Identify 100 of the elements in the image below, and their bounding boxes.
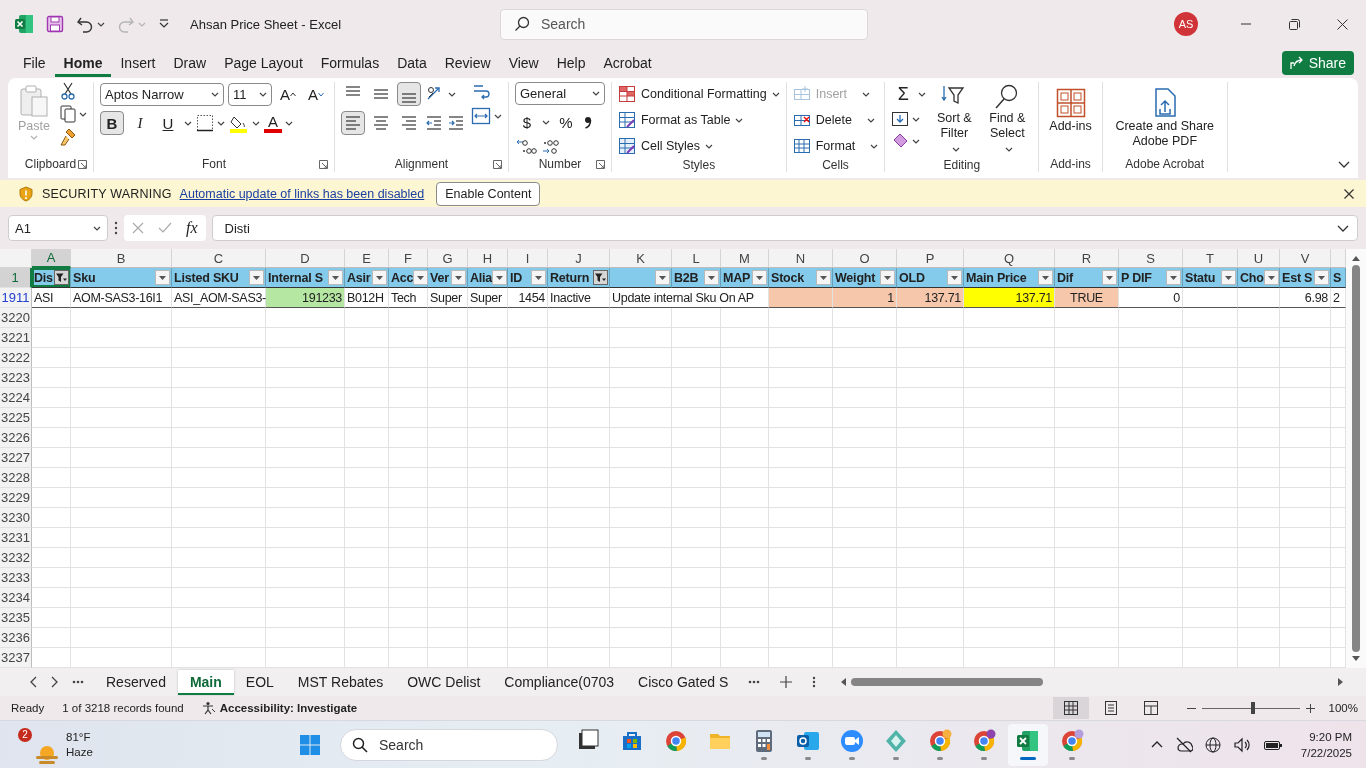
share-button[interactable]: Share (1281, 51, 1354, 75)
caret-icon[interactable] (705, 143, 713, 149)
zoom-out-icon[interactable] (1186, 706, 1196, 710)
clock-time[interactable]: 9:20 PM (1309, 728, 1352, 745)
ribbon-tab[interactable]: Review (435, 49, 500, 77)
column-header[interactable]: K (610, 249, 672, 268)
ribbon-tab[interactable]: Help (547, 49, 595, 77)
network-off-icon[interactable] (1174, 736, 1193, 753)
row-header[interactable]: 3231 (0, 528, 32, 548)
caret-icon[interactable] (78, 111, 87, 117)
mail-app-icon[interactable] (796, 729, 820, 753)
currency-button[interactable]: $ (514, 110, 539, 134)
row-header[interactable]: 3228 (0, 468, 32, 488)
decrease-indent-icon[interactable] (424, 115, 443, 131)
row-header[interactable]: 1911 (0, 288, 32, 308)
caret-icon[interactable] (210, 91, 219, 97)
ribbon-button[interactable]: Delete (792, 108, 879, 132)
caret-icon[interactable] (447, 91, 456, 97)
row-header[interactable]: 3226 (0, 428, 32, 448)
ribbon-button[interactable]: Format as Table (617, 108, 780, 132)
diamond-app-icon[interactable] (884, 729, 908, 753)
column-header[interactable]: V (1280, 249, 1331, 268)
caret-icon[interactable] (258, 91, 267, 97)
add-ins-button[interactable]: Add-ins (1045, 82, 1096, 156)
undo-icon[interactable] (76, 15, 94, 33)
enable-content-button[interactable]: Enable Content (436, 181, 541, 206)
insert-function-button[interactable]: fx (186, 219, 198, 237)
column-header[interactable]: A (32, 249, 71, 268)
caret-icon[interactable] (284, 120, 293, 126)
ribbon-tab[interactable]: Formulas (311, 49, 389, 77)
caret-icon[interactable] (493, 113, 502, 119)
ribbon-tab[interactable]: File (14, 49, 55, 77)
column-header[interactable]: C (172, 249, 266, 268)
number-format-dropdown[interactable]: General (514, 82, 605, 105)
percent-button[interactable]: % (553, 110, 578, 134)
italic-button[interactable]: I (127, 111, 152, 135)
row-header[interactable]: 3225 (0, 408, 32, 428)
caret-icon[interactable] (97, 21, 105, 27)
font-name-dropdown[interactable]: Aptos Narrow (99, 82, 224, 106)
row-header[interactable]: 3234 (0, 588, 32, 608)
minimize-icon[interactable] (1241, 23, 1251, 25)
accessibility-status[interactable]: Accessibility: Investigate (219, 702, 358, 714)
ribbon-tab[interactable]: Page Layout (215, 49, 312, 77)
caret-icon[interactable] (1004, 147, 1013, 152)
cell-styles-icon[interactable] (617, 137, 636, 155)
column-header[interactable]: Q (964, 249, 1055, 268)
row-header[interactable]: 3224 (0, 388, 32, 408)
more-options-icon[interactable] (114, 221, 118, 235)
format-as-table-icon[interactable] (617, 111, 636, 129)
caret-icon[interactable] (918, 91, 927, 97)
column-header[interactable]: M (721, 249, 769, 268)
dialog-launcher-icon[interactable] (318, 159, 328, 169)
ribbon-tab[interactable]: Data (388, 49, 436, 77)
column-header[interactable]: G (428, 249, 468, 268)
column-header[interactable]: H (468, 249, 508, 268)
sheet-tab[interactable]: Main (177, 669, 234, 695)
row-header[interactable]: 3220 (0, 308, 32, 328)
zoom-level[interactable]: 100% (1328, 702, 1358, 714)
row-header[interactable]: 1 (0, 268, 32, 288)
customize-icon[interactable] (158, 18, 170, 30)
eraser-icon[interactable] (891, 132, 910, 150)
column-header[interactable]: T (1183, 249, 1238, 268)
sheet-tab[interactable]: Cisco Gated S (626, 670, 741, 694)
taskbar-search-field[interactable]: Search (340, 728, 558, 761)
add-sheet-icon[interactable] (780, 676, 793, 688)
language-icon[interactable] (1204, 736, 1221, 753)
caret-icon[interactable] (541, 119, 550, 125)
caret-icon[interactable] (951, 147, 960, 152)
column-header[interactable]: S (1119, 249, 1183, 268)
format-cells-icon[interactable] (792, 137, 811, 155)
spreadsheet-app-icon[interactable] (1016, 729, 1040, 753)
row-header[interactable]: 3229 (0, 488, 32, 508)
scroll-right-icon[interactable] (1337, 677, 1344, 687)
formula-field[interactable]: Disti (211, 215, 1358, 241)
row-header[interactable]: 3237 (0, 648, 32, 668)
cancel-icon[interactable] (132, 222, 144, 234)
ribbon-button[interactable]: Format (792, 134, 879, 158)
format-painter-icon[interactable] (59, 128, 76, 146)
more-options-icon[interactable] (812, 676, 817, 688)
column-header[interactable]: J (548, 249, 610, 268)
caret-icon[interactable] (912, 138, 921, 144)
ribbon-button[interactable]: Conditional Formatting (617, 82, 780, 106)
borders-icon[interactable] (195, 114, 214, 132)
dialog-launcher-icon[interactable] (492, 159, 502, 169)
dialog-launcher-icon[interactable] (595, 159, 605, 169)
page-break-view-icon[interactable] (1142, 700, 1159, 716)
column-header[interactable]: B (71, 249, 172, 268)
browser-icon[interactable] (664, 729, 688, 753)
row-header[interactable]: 3230 (0, 508, 32, 528)
close-icon[interactable] (1344, 188, 1354, 199)
dialog-launcher-icon[interactable] (77, 159, 87, 169)
volume-icon[interactable] (1232, 736, 1251, 753)
page-layout-view-icon[interactable] (1102, 700, 1119, 716)
column-header[interactable]: N (769, 249, 833, 268)
column-header[interactable]: E (345, 249, 389, 268)
font-size-dropdown[interactable]: 11 (227, 82, 272, 106)
battery-icon[interactable] (1262, 738, 1283, 751)
column-header[interactable]: L (672, 249, 721, 268)
scissors-icon[interactable] (59, 82, 76, 100)
select-all-button[interactable] (0, 249, 32, 268)
